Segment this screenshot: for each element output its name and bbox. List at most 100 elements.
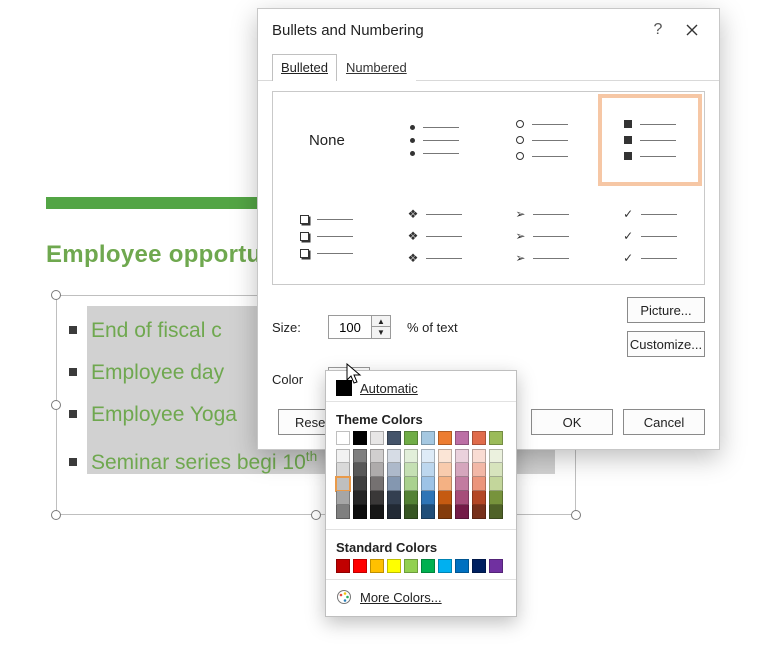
color-swatch[interactable]	[455, 463, 469, 477]
color-swatch[interactable]	[336, 431, 350, 445]
color-swatch[interactable]	[472, 431, 486, 445]
cancel-button[interactable]: Cancel	[623, 409, 705, 435]
color-swatch[interactable]	[404, 477, 418, 491]
color-swatch[interactable]	[455, 559, 469, 573]
bullet-style-check[interactable]: ✓ ✓ ✓	[596, 188, 704, 284]
color-swatch[interactable]	[472, 559, 486, 573]
color-swatch[interactable]	[438, 431, 452, 445]
color-swatch[interactable]	[387, 431, 401, 445]
color-swatch[interactable]	[472, 505, 486, 519]
color-swatch[interactable]	[438, 505, 452, 519]
color-swatch[interactable]	[336, 491, 350, 505]
color-swatch[interactable]	[387, 491, 401, 505]
bullet-style-none[interactable]: None	[273, 92, 381, 188]
resize-handle[interactable]	[51, 290, 61, 300]
color-swatch[interactable]	[370, 463, 384, 477]
color-swatch[interactable]	[455, 431, 469, 445]
color-swatch[interactable]	[353, 477, 367, 491]
color-swatch[interactable]	[438, 559, 452, 573]
color-swatch[interactable]	[489, 477, 503, 491]
color-swatch[interactable]	[370, 431, 384, 445]
color-swatch[interactable]	[421, 559, 435, 573]
ok-button[interactable]: OK	[531, 409, 613, 435]
color-swatch[interactable]	[438, 491, 452, 505]
color-swatch[interactable]	[336, 477, 350, 491]
resize-handle[interactable]	[51, 510, 61, 520]
color-swatch[interactable]	[438, 477, 452, 491]
color-swatch[interactable]	[421, 449, 435, 463]
color-swatch[interactable]	[455, 477, 469, 491]
color-swatch[interactable]	[353, 505, 367, 519]
customize-button[interactable]: Customize...	[627, 331, 705, 357]
color-swatch[interactable]	[472, 491, 486, 505]
color-swatch[interactable]	[404, 505, 418, 519]
resize-handle[interactable]	[571, 510, 581, 520]
size-spinner[interactable]: ▲ ▼	[328, 315, 391, 339]
color-swatch[interactable]	[404, 449, 418, 463]
color-swatch[interactable]	[489, 491, 503, 505]
color-swatch[interactable]	[421, 463, 435, 477]
bullet-style-open-circle[interactable]	[489, 92, 597, 188]
color-swatch[interactable]	[404, 559, 418, 573]
help-button[interactable]: ?	[641, 17, 675, 43]
color-swatch[interactable]	[370, 477, 384, 491]
color-swatch[interactable]	[421, 431, 435, 445]
color-swatch[interactable]	[404, 491, 418, 505]
color-swatch[interactable]	[336, 505, 350, 519]
color-swatch[interactable]	[438, 463, 452, 477]
color-swatch[interactable]	[421, 477, 435, 491]
color-swatch[interactable]	[421, 491, 435, 505]
color-swatch[interactable]	[387, 505, 401, 519]
color-swatch[interactable]	[472, 477, 486, 491]
color-swatch[interactable]	[387, 477, 401, 491]
spin-down-button[interactable]: ▼	[372, 327, 390, 338]
color-swatch[interactable]	[489, 463, 503, 477]
size-input[interactable]	[329, 316, 371, 338]
bullet-style-shadow-square[interactable]	[273, 188, 381, 284]
color-swatch[interactable]	[404, 431, 418, 445]
color-swatch[interactable]	[370, 449, 384, 463]
color-swatch[interactable]	[336, 463, 350, 477]
color-swatch[interactable]	[387, 449, 401, 463]
color-swatch[interactable]	[387, 463, 401, 477]
color-swatch[interactable]	[421, 505, 435, 519]
bullet-style-grid: None ❖	[272, 91, 705, 285]
color-swatch[interactable]	[455, 449, 469, 463]
bullet-style-dot[interactable]	[381, 92, 489, 188]
color-swatch[interactable]	[455, 491, 469, 505]
pct-label: % of text	[407, 320, 458, 335]
color-swatch[interactable]	[438, 449, 452, 463]
color-swatch[interactable]	[455, 505, 469, 519]
color-swatch[interactable]	[387, 559, 401, 573]
color-swatch[interactable]	[370, 505, 384, 519]
color-swatch[interactable]	[489, 559, 503, 573]
color-swatch[interactable]	[489, 505, 503, 519]
color-swatch[interactable]	[353, 463, 367, 477]
more-colors-item[interactable]: More Colors...	[326, 584, 516, 610]
color-swatch[interactable]	[489, 449, 503, 463]
dialog-titlebar[interactable]: Bullets and Numbering ?	[258, 9, 719, 53]
color-swatch[interactable]	[353, 431, 367, 445]
automatic-color-item[interactable]: Automatic	[326, 375, 516, 402]
tab-numbered[interactable]: Numbered	[337, 54, 416, 81]
color-swatch[interactable]	[370, 559, 384, 573]
color-swatch[interactable]	[472, 463, 486, 477]
resize-handle[interactable]	[311, 510, 321, 520]
picture-button[interactable]: Picture...	[627, 297, 705, 323]
color-swatch[interactable]	[353, 491, 367, 505]
color-swatch[interactable]	[489, 431, 503, 445]
resize-handle[interactable]	[51, 400, 61, 410]
bullet-style-arrow[interactable]: ➢ ➢ ➢	[489, 188, 597, 284]
bullet-style-diamond[interactable]: ❖ ❖ ❖	[381, 188, 489, 284]
color-swatch[interactable]	[370, 491, 384, 505]
color-swatch[interactable]	[404, 463, 418, 477]
color-swatch[interactable]	[472, 449, 486, 463]
color-swatch[interactable]	[336, 559, 350, 573]
close-button[interactable]	[675, 17, 709, 43]
color-swatch[interactable]	[353, 449, 367, 463]
spin-up-button[interactable]: ▲	[372, 316, 390, 327]
tab-bulleted[interactable]: Bulleted	[272, 54, 337, 81]
bullet-style-square[interactable]	[596, 92, 704, 188]
color-swatch[interactable]	[336, 449, 350, 463]
color-swatch[interactable]	[353, 559, 367, 573]
